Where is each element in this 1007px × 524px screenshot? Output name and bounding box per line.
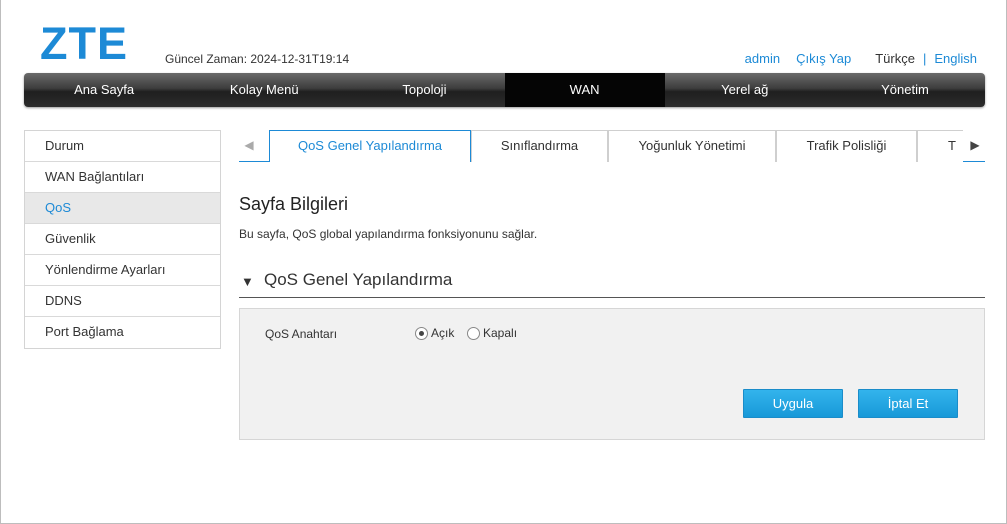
tab-scroll-left-icon[interactable]: ◀	[239, 130, 259, 160]
nav-yonetim[interactable]: Yönetim	[825, 73, 985, 107]
tab-strip: QoS Genel Yapılandırma Sınıflandırma Yoğ…	[269, 130, 963, 162]
qos-off-radio[interactable]: Kapalı	[467, 326, 517, 340]
zte-logo: ZTE	[40, 18, 128, 69]
sidebar-item-wan-connections[interactable]: WAN Bağlantıları	[25, 162, 220, 193]
language-english-link[interactable]: English	[934, 51, 977, 66]
tab-qos-general[interactable]: QoS Genel Yapılandırma	[269, 130, 471, 162]
page-title: Sayfa Bilgileri	[239, 194, 349, 214]
language-current: Türkçe	[875, 51, 915, 66]
tab-traffic-policing[interactable]: Trafik Polisliği	[776, 130, 917, 162]
language-separator: |	[922, 51, 927, 66]
header-links: admin Çıkış Yap Türkçe | English	[745, 51, 977, 66]
apply-button[interactable]: Uygula	[743, 389, 843, 418]
tab-classification[interactable]: Sınıflandırma	[471, 130, 608, 162]
page-description: Bu sayfa, QoS global yapılandırma fonksi…	[239, 227, 538, 241]
nav-ana-sayfa[interactable]: Ana Sayfa	[24, 73, 184, 107]
radio-checked-icon[interactable]	[415, 326, 428, 340]
section-header[interactable]: ▼ QoS Genel Yapılandırma	[239, 268, 985, 298]
logout-link[interactable]: Çıkış Yap	[796, 51, 851, 66]
qos-off-label: Kapalı	[483, 326, 518, 340]
collapse-triangle-icon[interactable]: ▼	[241, 274, 254, 289]
qos-switch-label: QoS Anahtarı	[265, 327, 338, 341]
sidebar-item-port-binding[interactable]: Port Bağlama	[25, 317, 220, 348]
sidebar-item-ddns[interactable]: DDNS	[25, 286, 220, 317]
qos-settings-panel: QoS Anahtarı Açık Kapalı Uygula İptal Et	[239, 308, 985, 440]
nav-topoloji[interactable]: Topoloji	[344, 73, 504, 107]
user-link[interactable]: admin	[745, 51, 780, 66]
radio-unchecked-icon[interactable]	[467, 326, 480, 340]
qos-on-radio[interactable]: Açık	[415, 326, 454, 340]
nav-kolay-menu[interactable]: Kolay Menü	[184, 73, 344, 107]
qos-on-label: Açık	[431, 326, 455, 340]
tab-congestion-management[interactable]: Yoğunluk Yönetimi	[608, 130, 776, 162]
nav-yerel-ag[interactable]: Yerel ağ	[665, 73, 825, 107]
sidebar-item-qos[interactable]: QoS	[25, 193, 220, 224]
section-title: QoS Genel Yapılandırma	[264, 270, 453, 289]
sidebar-item-security[interactable]: Güvenlik	[25, 224, 220, 255]
tab-scroll-right-icon[interactable]: ▶	[965, 130, 985, 160]
current-time: Güncel Zaman: 2024-12-31T19:14	[165, 52, 350, 66]
sidebar-item-durum[interactable]: Durum	[25, 131, 220, 162]
sidebar: Durum WAN Bağlantıları QoS Güvenlik Yönl…	[24, 130, 221, 349]
tab-truncated[interactable]: T	[917, 130, 963, 162]
cancel-button[interactable]: İptal Et	[858, 389, 958, 418]
main-nav: Ana Sayfa Kolay Menü Topoloji WAN Yerel …	[24, 73, 985, 107]
nav-wan[interactable]: WAN	[504, 73, 665, 107]
tab-bar: ◀ QoS Genel Yapılandırma Sınıflandırma Y…	[239, 130, 985, 162]
sidebar-item-routing[interactable]: Yönlendirme Ayarları	[25, 255, 220, 286]
